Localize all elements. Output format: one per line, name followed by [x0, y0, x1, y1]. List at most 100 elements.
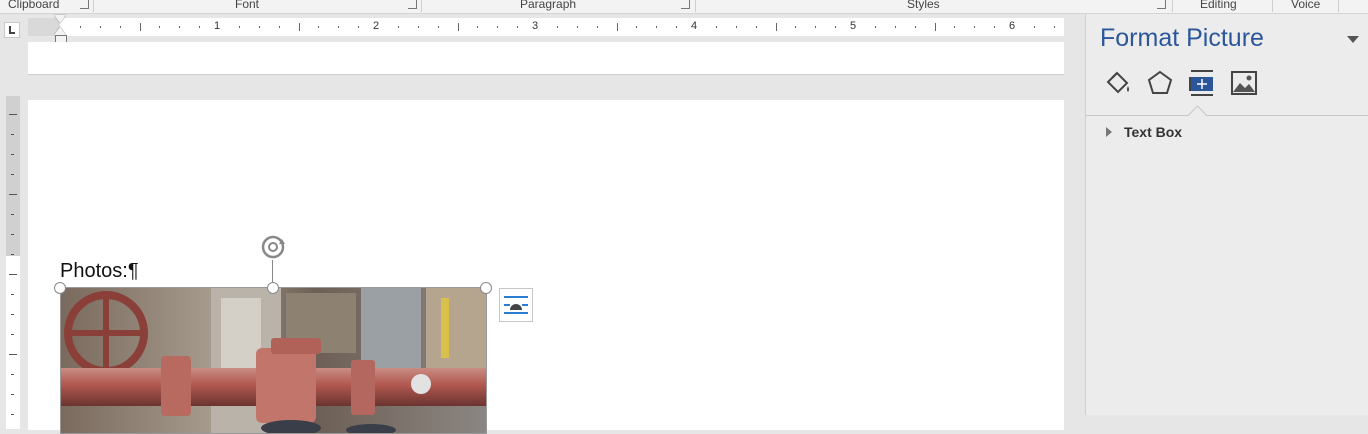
ruler-tick — [318, 26, 320, 28]
ribbon-group-editing: Editing — [1200, 0, 1237, 11]
section-text-box[interactable]: Text Box — [1106, 122, 1182, 142]
paragraph-photos[interactable]: Photos:¶ — [60, 260, 139, 283]
layout-options-icon — [504, 296, 528, 314]
ruler-tick — [358, 26, 360, 28]
format-picture-pane[interactable]: Format Picture Text Box — [1085, 14, 1368, 415]
ruler-tick — [616, 23, 618, 31]
ruler-tick — [477, 26, 479, 28]
resize-handle-top-left[interactable] — [54, 282, 66, 294]
ruler-tick — [656, 26, 658, 28]
ruler-tick — [755, 26, 757, 28]
ruler-tick — [258, 26, 260, 28]
resize-handle-top-center[interactable] — [267, 282, 279, 294]
ribbon-separator — [93, 0, 94, 12]
rotate-icon[interactable] — [258, 233, 288, 261]
ruler-tick — [994, 26, 996, 28]
pane-title: Format Picture — [1100, 24, 1264, 52]
picture-icon[interactable] — [1229, 68, 1259, 98]
ruler-tick — [894, 26, 896, 28]
tab-selector-button[interactable] — [4, 22, 20, 38]
ruler-tick — [497, 26, 499, 28]
ruler-tick — [636, 26, 638, 28]
ruler-tick — [815, 26, 817, 28]
ruler-tick — [914, 26, 916, 28]
vertical-ruler[interactable] — [6, 96, 20, 429]
ruler-tick — [556, 26, 558, 28]
ruler-tick — [795, 26, 797, 28]
active-tab-indicator — [1188, 105, 1207, 124]
ruler-tick — [11, 394, 14, 395]
ruler-tick — [9, 274, 17, 275]
document-area[interactable]: 1 2 3 4 5 6 Photos:¶ — [0, 14, 1085, 434]
clipboard-launcher-icon[interactable] — [80, 0, 89, 9]
ruler-tick — [278, 26, 280, 28]
ruler-tick — [11, 254, 14, 255]
ruler-tick — [715, 26, 717, 28]
ruler-tick — [11, 154, 14, 155]
ruler-tick — [119, 26, 121, 28]
ruler-number: 2 — [373, 20, 380, 32]
ruler-tick — [11, 214, 14, 215]
ribbon-group-clipboard: Clipboard — [8, 0, 60, 11]
ruler-tick — [596, 26, 598, 28]
ribbon-separator — [695, 0, 696, 12]
ruler-tick — [9, 114, 17, 115]
first-line-indent-marker[interactable] — [54, 15, 66, 23]
ruler-tick — [457, 23, 459, 31]
pipes-photo — [61, 288, 486, 433]
ruler-tick — [179, 26, 181, 28]
font-launcher-icon[interactable] — [408, 0, 417, 9]
ruler-tick — [159, 26, 161, 28]
ruler-tick — [238, 26, 240, 28]
pane-options-chevron-icon[interactable] — [1347, 36, 1359, 43]
ribbon-group-styles: Styles — [907, 0, 940, 11]
ruler-tick — [9, 354, 17, 355]
hanging-indent-marker[interactable] — [54, 27, 66, 35]
ruler-tick — [974, 26, 976, 28]
pane-tab-divider — [1086, 115, 1368, 116]
layout-options-button[interactable] — [499, 288, 533, 322]
ruler-number: 4 — [691, 20, 698, 32]
ruler-tick — [397, 26, 399, 28]
fill-line-icon[interactable] — [1103, 68, 1133, 98]
styles-launcher-icon[interactable] — [1157, 0, 1166, 9]
ruler-tick — [934, 23, 936, 31]
ruler-tick — [676, 26, 678, 28]
layout-properties-icon[interactable] — [1187, 68, 1217, 98]
ruler-tick — [835, 26, 837, 28]
selected-picture[interactable] — [60, 287, 487, 434]
resize-handle-top-right[interactable] — [480, 282, 492, 294]
ruler-number: 6 — [1009, 20, 1016, 32]
ruler-tick — [11, 314, 14, 315]
ruler-tick — [775, 23, 777, 31]
ruler-tick — [79, 26, 81, 28]
ruler-tick — [9, 194, 17, 195]
ruler-tick — [874, 26, 876, 28]
ruler-tick — [11, 234, 14, 235]
ruler-tick — [735, 26, 737, 28]
ruler-tick — [99, 26, 101, 28]
ruler-tick — [338, 26, 340, 28]
expand-arrow-icon[interactable] — [1106, 127, 1112, 137]
section-label-text-box[interactable]: Text Box — [1124, 124, 1182, 140]
ruler-tick — [139, 23, 141, 31]
ribbon-separator — [1172, 0, 1173, 12]
horizontal-ruler[interactable]: 1 2 3 4 5 6 — [28, 15, 1064, 43]
ruler-number: 5 — [850, 20, 857, 32]
ruler-tick — [11, 174, 14, 175]
ruler-tick — [11, 294, 14, 295]
ruler-tick — [1053, 26, 1055, 28]
ruler-tick — [576, 26, 578, 28]
ribbon-group-labels: Clipboard Font Paragraph Styles Editing … — [0, 0, 1368, 14]
ruler-tick — [199, 26, 201, 28]
document-page[interactable]: Photos:¶ — [28, 100, 1064, 434]
ribbon-group-font: Font — [235, 0, 260, 11]
paragraph-launcher-icon[interactable] — [681, 0, 690, 9]
ribbon-separator — [1338, 0, 1339, 12]
ruler-tick — [437, 26, 439, 28]
effects-icon[interactable] — [1145, 68, 1175, 98]
ruler-tick — [417, 26, 419, 28]
ruler-tick — [954, 26, 956, 28]
ruler-tick — [1033, 26, 1035, 28]
ribbon-group-voice: Voice — [1291, 0, 1321, 11]
